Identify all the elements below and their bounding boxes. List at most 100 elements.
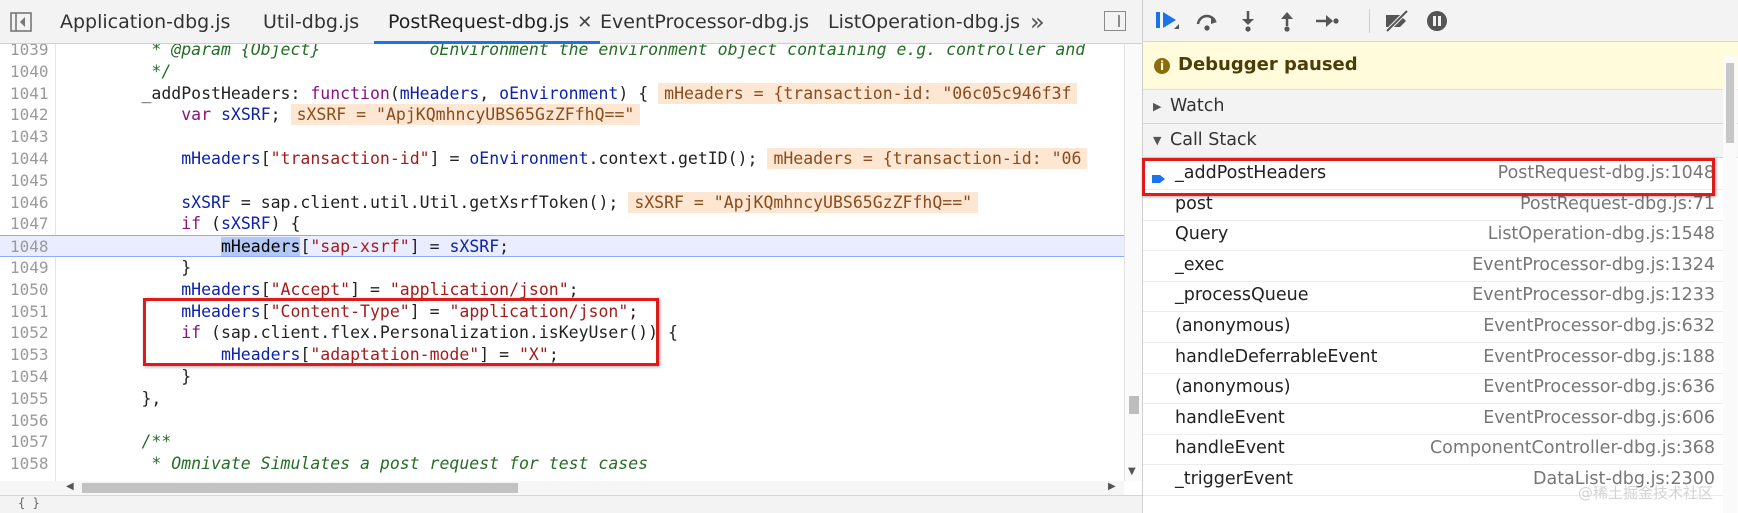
step-button[interactable] [1313,8,1341,34]
sidebar-scrollbar[interactable] [1723,55,1737,513]
editor-vertical-scrollbar[interactable]: ▼ [1124,44,1142,481]
code-line[interactable]: 1056 [0,410,1124,432]
frame-location-link[interactable]: EventProcessor-dbg.js:636 [1483,377,1715,397]
line-number[interactable]: 1051 [0,301,52,323]
editor-status-bar: { } [0,495,1142,513]
call-frame[interactable]: (anonymous) EventProcessor-dbg.js:632 [1143,313,1723,343]
sidebar-toggle-icon [10,12,32,32]
code-line[interactable]: 1054 } [0,366,1124,388]
call-frame[interactable]: handleEvent ComponentController-dbg.js:36… [1143,435,1723,466]
call-frame[interactable]: (anonymous) EventProcessor-dbg.js:636 [1143,374,1723,405]
scroll-down-icon[interactable]: ▼ [1128,466,1136,477]
call-frame[interactable]: _processQueue EventProcessor-dbg.js:1233 [1143,282,1723,313]
call-frame[interactable]: handleEvent EventProcessor-dbg.js:606 [1143,405,1723,435]
line-number[interactable]: 1048 [0,236,52,258]
line-number[interactable]: 1049 [0,257,52,279]
frame-location-link[interactable]: EventProcessor-dbg.js:632 [1483,316,1715,336]
line-number[interactable]: 1055 [0,388,52,410]
callstack-label: Call Stack [1170,130,1257,150]
code-token: [ [260,279,271,299]
code-editor[interactable]: 1039 * @param {Object} oEnvironment the … [0,44,1124,481]
line-number[interactable]: 1039 [0,44,52,61]
expand-arrow-icon: ▶ [1153,100,1162,113]
editor-tab[interactable]: PostRequest-dbg.js ✕ [374,0,601,44]
editor-tab[interactable]: EventProcessor-dbg.js [600,0,809,44]
frame-location-link[interactable]: EventProcessor-dbg.js:606 [1483,408,1715,428]
step-over-button[interactable] [1193,8,1221,34]
callstack-section-header[interactable]: ▼ Call Stack [1143,124,1738,158]
scroll-left-icon[interactable]: ◀ [66,481,74,492]
line-number[interactable]: 1057 [0,431,52,453]
watch-section-header[interactable]: ▶ Watch [1143,90,1738,124]
frame-location-link[interactable]: EventProcessor-dbg.js:1324 [1472,255,1715,275]
code-token: sXSRF [449,237,500,257]
line-number[interactable]: 1052 [0,322,52,344]
collapse-arrow-icon: ▼ [1153,134,1162,147]
code-text: * Omnivate Simulates a post request for … [62,453,648,475]
frame-location-link[interactable]: ComponentController-dbg.js:368 [1430,438,1715,458]
call-frame[interactable]: handleDeferrableEvent EventProcessor-dbg.… [1143,344,1723,374]
line-number[interactable]: 1044 [0,148,52,170]
code-token: ( [389,83,400,103]
code-line[interactable]: 1057 /** [0,431,1124,453]
close-tab-icon[interactable]: ✕ [577,12,592,33]
line-number[interactable]: 1045 [0,170,52,192]
code-line[interactable]: 1055 }, [0,388,1124,410]
line-number[interactable]: 1041 [0,83,52,105]
code-line[interactable]: 1040 */ [0,61,1124,83]
step-into-button[interactable] [1234,8,1262,34]
line-number[interactable]: 1050 [0,279,52,301]
toggle-navigator-button[interactable] [8,9,34,35]
editor-vertical-scroll-thumb[interactable] [1129,396,1139,414]
call-frame[interactable]: _exec EventProcessor-dbg.js:1324 [1143,252,1723,282]
frame-location-link[interactable]: EventProcessor-dbg.js:188 [1483,347,1715,367]
scroll-right-icon[interactable]: ▶ [1108,481,1116,492]
line-number[interactable]: 1058 [0,453,52,475]
line-number[interactable]: 1056 [0,410,52,432]
code-text: /** [62,431,171,453]
call-frame[interactable]: Query ListOperation-dbg.js:1548 [1143,221,1723,252]
code-text: }, [62,388,161,410]
current-execution-line[interactable]: 1048 mHeaders["sap-xsrf"] = sXSRF; [0,235,1124,258]
line-number[interactable]: 1047 [0,213,52,235]
frame-function-name: handleEvent [1175,407,1285,428]
pause-on-exceptions-button[interactable] [1423,8,1451,34]
line-number[interactable]: 1040 [0,61,52,83]
editor-horizontal-scrollbar[interactable]: ◀ ▶ [0,481,1124,495]
code-line[interactable]: 1058 * Omnivate Simulates a post request… [0,453,1124,475]
code-text: * @param {Object} oEnvironment the envir… [62,44,1085,61]
line-number[interactable]: 1046 [0,192,52,214]
code-token: } [62,258,192,277]
pretty-print-icon[interactable]: { } [18,496,40,510]
line-number[interactable]: 1043 [0,126,52,148]
editor-tab[interactable]: Util-dbg.js [263,0,359,44]
code-line[interactable]: 1044 mHeaders["transaction-id"] = oEnvir… [0,148,1124,170]
code-line[interactable]: 1045 [0,170,1124,192]
code-line[interactable]: 1039 * @param {Object} oEnvironment the … [0,44,1124,61]
editor-tab[interactable]: ListOperation-dbg.js [828,0,1020,44]
line-number[interactable]: 1053 [0,344,52,366]
toggle-debugger-sidebar-button[interactable] [1104,11,1126,31]
code-token: function [310,83,390,103]
frame-location-link[interactable]: PostRequest-dbg.js:71 [1520,194,1715,214]
frame-location-link[interactable]: ListOperation-dbg.js:1548 [1488,224,1715,244]
code-line[interactable]: 1043 [0,126,1124,148]
line-number[interactable]: 1054 [0,366,52,388]
editor-tab-label: ListOperation-dbg.js [828,11,1021,33]
code-line[interactable]: 1046 sXSRF = sap.client.util.Util.getXsr… [0,191,1124,214]
step-out-button[interactable] [1273,8,1301,34]
line-number[interactable]: 1042 [0,104,52,126]
editor-tab[interactable]: Application-dbg.js [60,0,230,44]
resume-button[interactable] [1153,8,1181,34]
code-line[interactable]: 1047 if (sXSRF) { [0,213,1124,235]
editor-horizontal-scroll-thumb[interactable] [82,483,518,493]
code-line[interactable]: 1049 } [0,257,1124,279]
more-tabs-button[interactable]: » [1030,8,1045,36]
sidebar-scroll-thumb[interactable] [1726,63,1734,143]
deactivate-breakpoints-button[interactable] [1383,8,1411,34]
watermark: @稀土掘金技术社区 [1578,484,1714,502]
code-text: var sXSRF; sXSRF = "ApjKQmhncyUBS65GzZFfh… [62,104,641,126]
frame-location-link[interactable]: EventProcessor-dbg.js:1233 [1472,285,1715,305]
code-line[interactable]: 1042 var sXSRF; sXSRF = "ApjKQmhncyUBS65G… [0,104,1124,126]
code-line[interactable]: 1041 _addPostHeaders: function(mHeaders,… [0,82,1124,105]
